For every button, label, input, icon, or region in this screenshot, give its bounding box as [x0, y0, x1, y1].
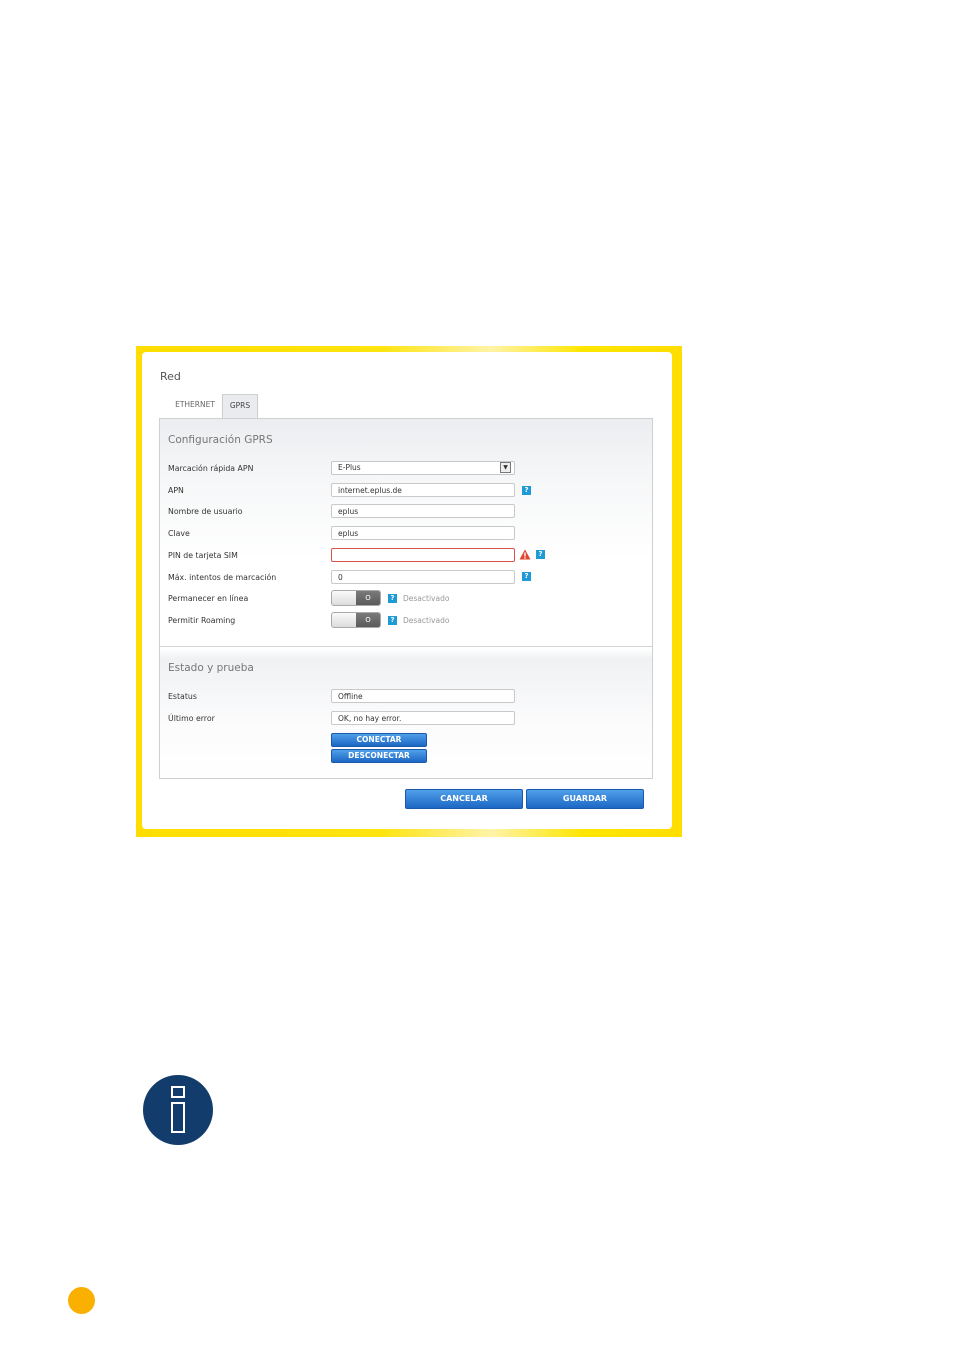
apn-input[interactable]: [331, 483, 515, 497]
gprs-section-title: Configuración GPRS: [168, 434, 273, 446]
password-input[interactable]: [331, 526, 515, 540]
chevron-down-icon[interactable]: ▼: [500, 462, 511, 473]
page-title: Red: [160, 370, 181, 383]
apn-quick-select[interactable]: E-Plus: [331, 461, 515, 475]
apn-quick-label: Marcación rápida APN: [168, 464, 254, 473]
apn-label: APN: [168, 486, 184, 495]
help-icon[interactable]: ?: [522, 486, 531, 495]
connect-button[interactable]: CONECTAR: [331, 733, 427, 747]
help-icon[interactable]: ?: [388, 594, 397, 603]
roaming-label: Permitir Roaming: [168, 616, 236, 625]
toggle-knob: O: [356, 591, 380, 605]
roaming-status: Desactivado: [403, 616, 450, 625]
stay-online-status: Desactivado: [403, 594, 450, 603]
username-label: Nombre de usuario: [168, 507, 243, 516]
sim-pin-label: PIN de tarjeta SIM: [168, 551, 238, 560]
cancel-button[interactable]: CANCELAR: [405, 789, 523, 809]
save-button[interactable]: GUARDAR: [526, 789, 644, 809]
username-input[interactable]: [331, 504, 515, 518]
section-divider: [160, 646, 652, 647]
help-icon[interactable]: ?: [536, 550, 545, 559]
stay-online-label: Permanecer en línea: [168, 594, 249, 603]
max-dial-label: Máx. intentos de marcación: [168, 573, 277, 582]
help-icon[interactable]: ?: [388, 616, 397, 625]
toggle-knob: O: [356, 613, 380, 627]
page-marker: [68, 1287, 95, 1314]
disconnect-button[interactable]: DESCONECTAR: [331, 749, 427, 763]
estatus-field: [331, 689, 515, 703]
password-label: Clave: [168, 529, 190, 538]
tab-ethernet[interactable]: ETHERNET: [168, 394, 222, 418]
max-dial-input[interactable]: [331, 570, 515, 584]
warning-icon: [519, 549, 531, 560]
estatus-label: Estatus: [168, 692, 197, 701]
roaming-toggle[interactable]: O: [331, 612, 381, 628]
info-icon: [143, 1075, 213, 1145]
stay-online-toggle[interactable]: O: [331, 590, 381, 606]
last-error-field: [331, 711, 515, 725]
status-section-title: Estado y prueba: [168, 662, 254, 674]
tab-gprs[interactable]: GPRS: [222, 394, 258, 418]
last-error-label: Último error: [168, 714, 215, 723]
sim-pin-input[interactable]: [331, 548, 515, 562]
help-icon[interactable]: ?: [522, 572, 531, 581]
